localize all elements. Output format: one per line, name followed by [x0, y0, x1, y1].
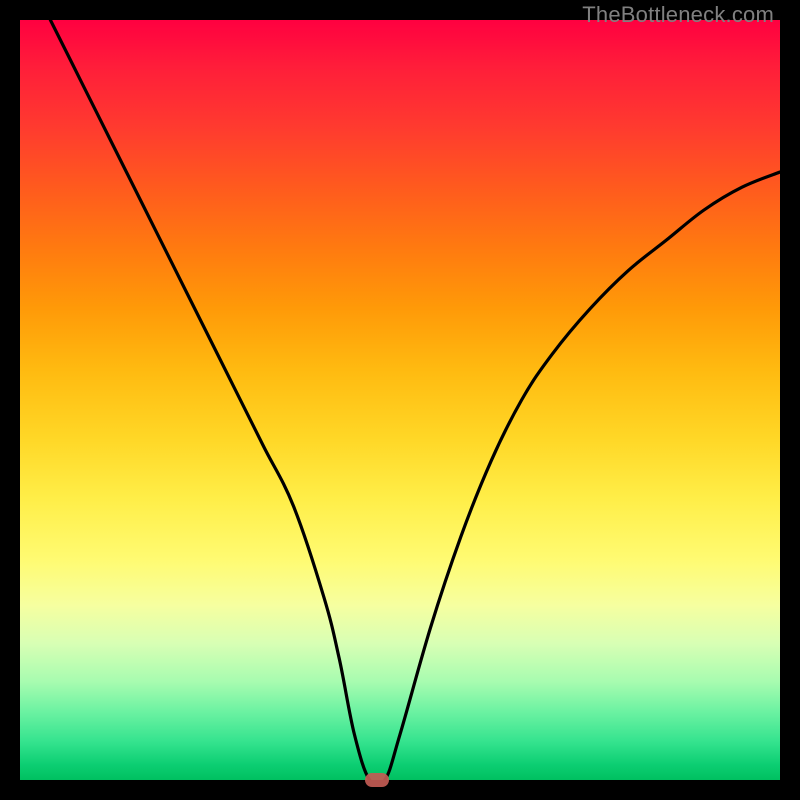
- chart-frame: [20, 20, 780, 780]
- watermark-text: TheBottleneck.com: [582, 2, 774, 28]
- bottleneck-curve: [20, 20, 780, 780]
- optimal-point-marker: [365, 773, 389, 787]
